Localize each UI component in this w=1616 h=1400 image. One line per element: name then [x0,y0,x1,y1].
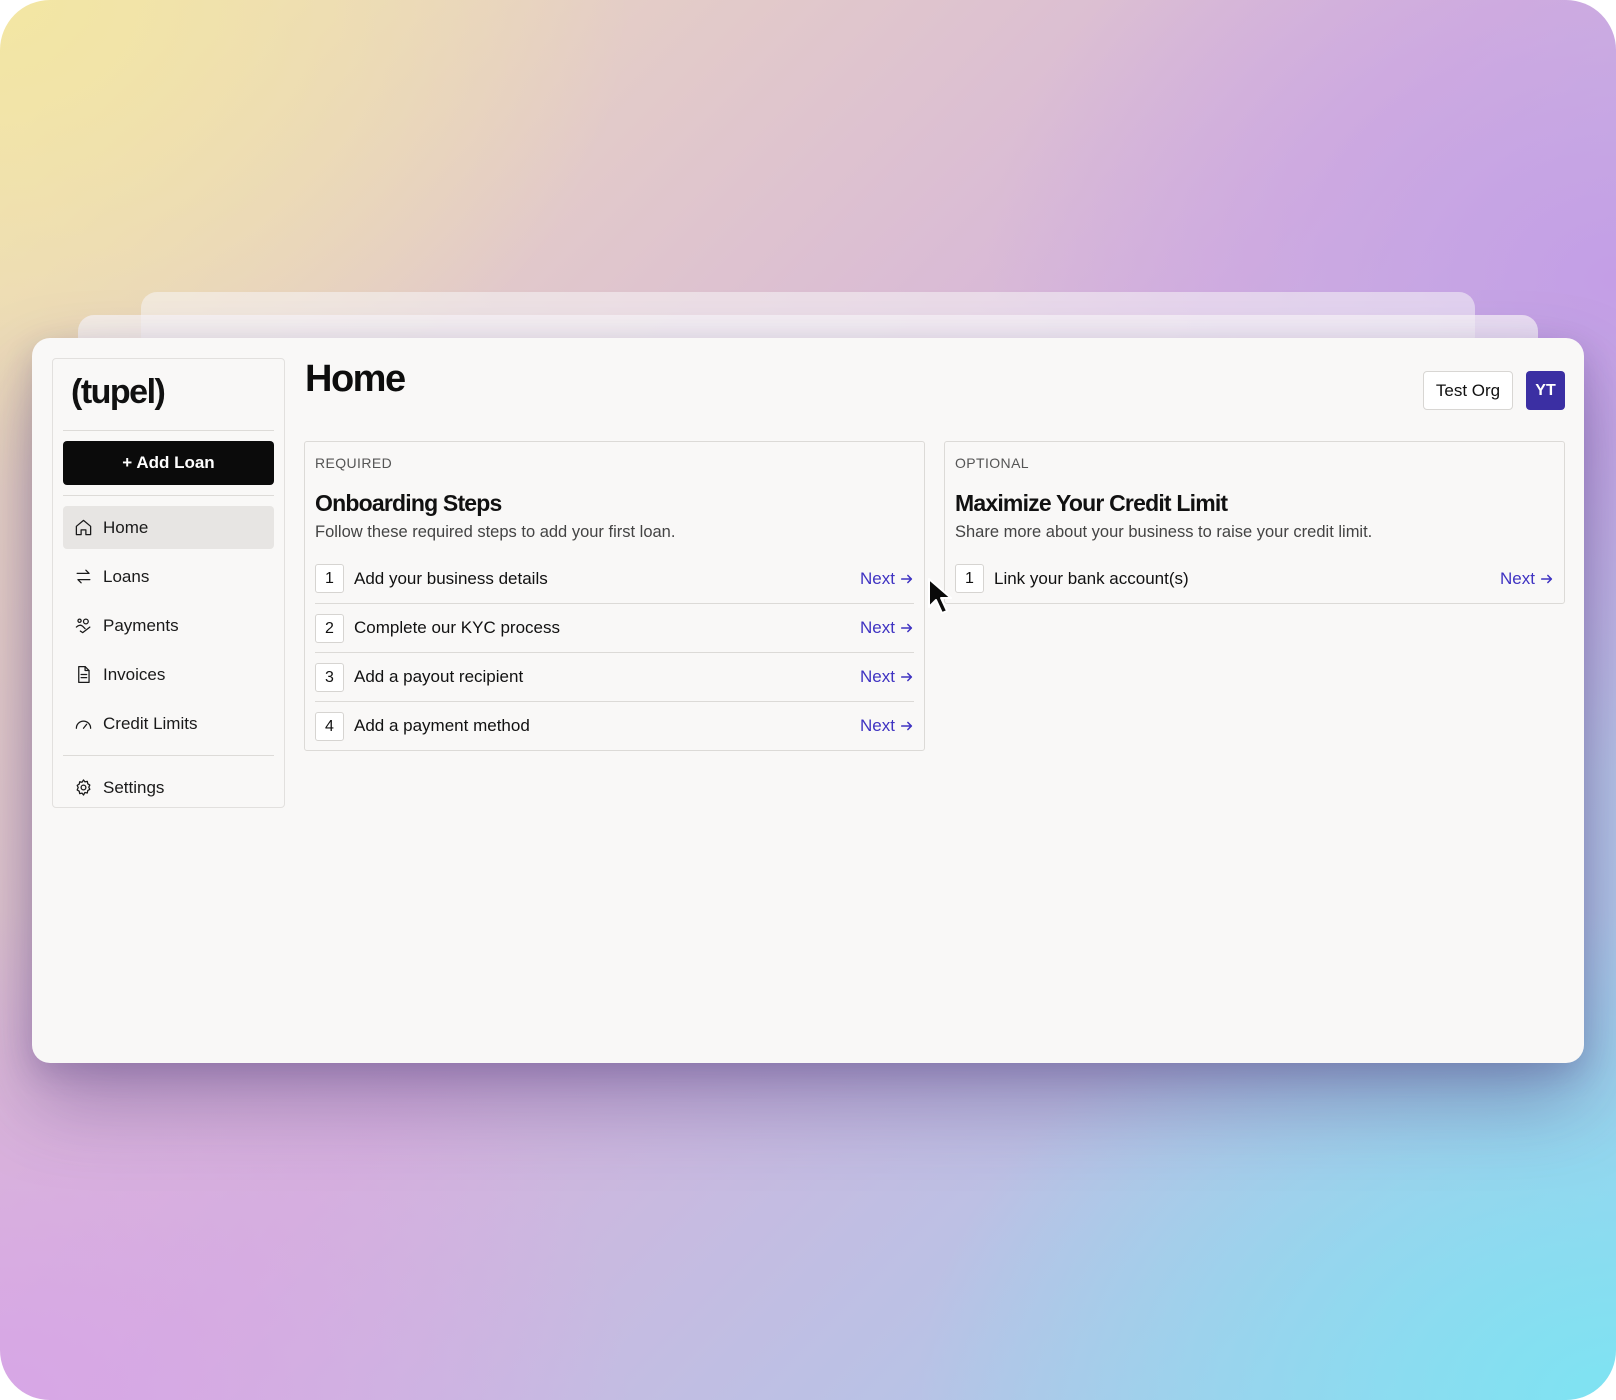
step-row: 1 Link your bank account(s) Next [955,554,1554,603]
step-row: 1 Add your business details Next [315,554,914,603]
card-title: Onboarding Steps [315,490,502,516]
card-tag: OPTIONAL [955,455,1029,471]
step-number: 1 [315,564,344,593]
next-link[interactable]: Next [860,618,914,638]
org-switcher-button[interactable]: Test Org [1423,371,1513,410]
step-row: 4 Add a payment method Next [315,701,914,750]
step-row: 3 Add a payout recipient Next [315,652,914,701]
arrow-right-icon [900,623,913,633]
gear-icon [73,778,93,798]
mouse-cursor-icon [928,578,952,614]
sidebar: (tupel) + Add Loan Home Loans Payments I… [52,358,285,808]
step-label: Add your business details [354,568,548,588]
next-link[interactable]: Next [1500,569,1554,589]
step-label: Complete our KYC process [354,618,560,637]
card-title: Maximize Your Credit Limit [955,490,1228,516]
avatar[interactable]: YT [1526,371,1565,410]
step-number: 4 [315,711,344,741]
gauge-icon [73,714,93,734]
card-subtitle: Share more about your business to raise … [955,523,1373,541]
arrow-right-icon [1540,574,1553,583]
arrow-right-icon [900,672,913,682]
arrows-swap-icon [73,567,93,587]
sidebar-item-invoices[interactable]: Invoices [63,653,274,696]
nav-divider [63,495,274,496]
step-row: 2 Complete our KYC process Next [315,603,914,652]
app-logo[interactable]: (tupel) [63,369,274,431]
sidebar-item-label: Invoices [103,664,166,684]
home-icon [73,518,93,538]
step-label: Link your bank account(s) [994,568,1189,588]
page-title: Home [305,358,406,400]
sidebar-item-home[interactable]: Home [63,506,274,549]
app-window: (tupel) + Add Loan Home Loans Payments I… [32,338,1584,1063]
step-number: 3 [315,662,344,692]
payments-icon [73,616,93,636]
card-subtitle: Follow these required steps to add your … [315,523,676,541]
onboarding-steps-card: REQUIRED Onboarding Steps Follow these r… [304,441,925,751]
sidebar-item-label: Loans [103,566,150,586]
sidebar-item-loans[interactable]: Loans [63,555,274,598]
steps-list: 1 Link your bank account(s) Next [955,554,1554,603]
step-label: Add a payout recipient [354,667,524,686]
next-link[interactable]: Next [860,667,914,687]
add-loan-button[interactable]: + Add Loan [63,441,274,485]
arrow-right-icon [900,574,913,583]
card-tag: REQUIRED [315,455,393,471]
nav-divider [63,755,274,756]
step-number: 2 [315,613,344,643]
credit-limit-card: OPTIONAL Maximize Your Credit Limit Shar… [944,441,1565,604]
sidebar-item-credit-limits[interactable]: Credit Limits [63,702,274,745]
sidebar-item-label: Settings [103,777,165,797]
sidebar-item-label: Home [103,517,149,537]
step-label: Add a payment method [354,716,530,735]
sidebar-item-payments[interactable]: Payments [63,604,274,647]
sidebar-item-label: Credit Limits [103,713,198,733]
steps-list: 1 Add your business details Next 2 Compl… [315,554,914,750]
next-link[interactable]: Next [860,716,914,736]
sidebar-item-settings[interactable]: Settings [63,766,274,809]
arrow-right-icon [900,721,913,731]
next-link[interactable]: Next [860,569,914,589]
document-icon [73,665,93,685]
sidebar-item-label: Payments [103,615,179,635]
